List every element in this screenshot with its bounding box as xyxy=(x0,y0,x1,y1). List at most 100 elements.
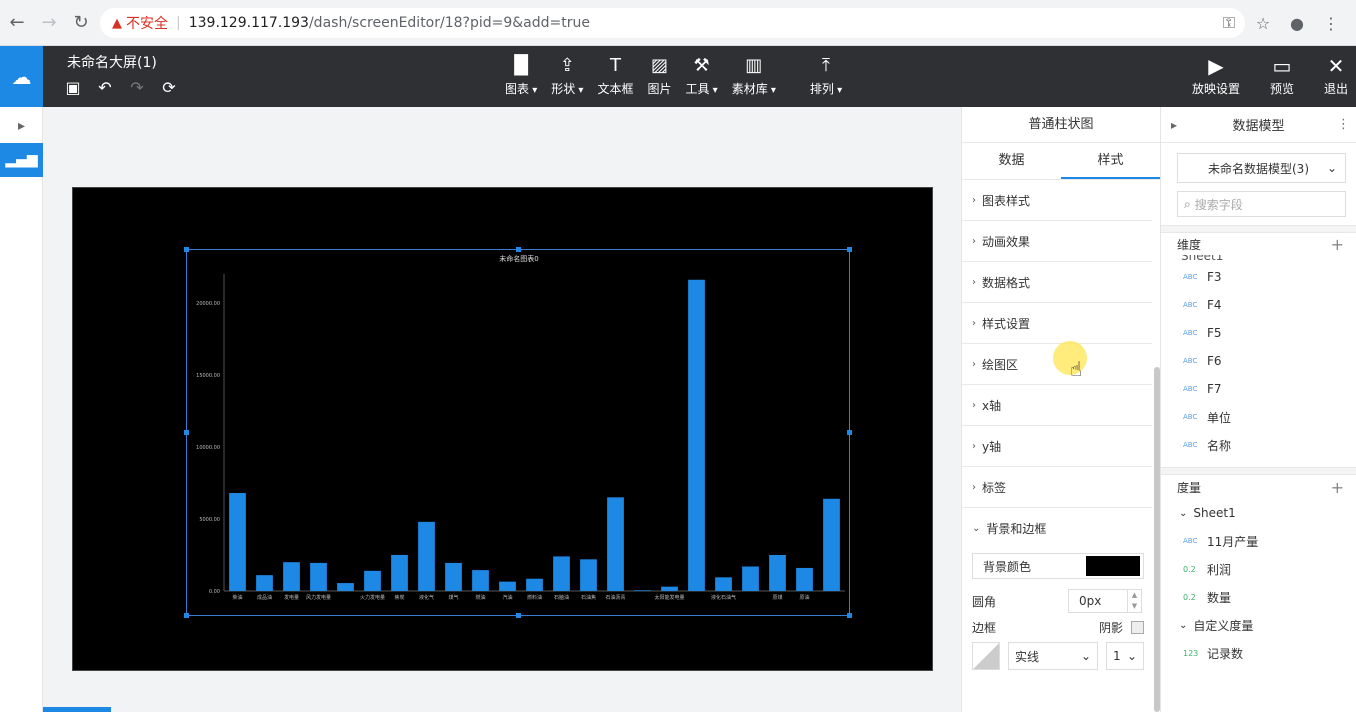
section-1[interactable]: › 动画效果 xyxy=(962,221,1152,262)
arrange-icon: ⤒ xyxy=(822,55,830,76)
tool-text-box[interactable]: T 文本框 xyxy=(597,54,633,97)
custom-measure-group[interactable]: ⌄ 自定义度量 xyxy=(1161,611,1356,639)
close-icon: ✕ xyxy=(1327,54,1345,78)
collapse-panel-icon[interactable]: ▸ xyxy=(1171,118,1177,132)
tab-data[interactable]: 数据 xyxy=(962,143,1061,179)
star-icon[interactable]: ☆ xyxy=(1248,8,1278,38)
section-3[interactable]: › 样式设置 xyxy=(962,303,1152,344)
section-7[interactable]: › 标签 xyxy=(962,467,1152,508)
section-6[interactable]: › y轴 xyxy=(962,426,1152,467)
sheet-row-partial[interactable]: Sheet1 xyxy=(1161,255,1356,263)
tab-style[interactable]: 样式 xyxy=(1061,143,1160,179)
section-5[interactable]: › x轴 xyxy=(962,385,1152,426)
undo-icon[interactable]: ↶ xyxy=(96,78,114,97)
resize-handle[interactable] xyxy=(516,613,521,618)
forward-icon[interactable]: → xyxy=(34,8,64,38)
address-bar[interactable]: ▲ 不安全 | 139.129.117.193 /dash/screenEdit… xyxy=(100,8,1245,38)
border-style-select[interactable]: 实线 ⌄ xyxy=(1008,642,1098,670)
list-item[interactable]: ABC F5 xyxy=(1161,319,1356,347)
tool-shape[interactable]: ⇪ 形状 ▾ xyxy=(551,54,583,97)
x-tick-label: 焦炭 xyxy=(394,594,404,601)
bg-color-swatch[interactable] xyxy=(1086,556,1140,576)
list-item[interactable]: ABC 单位 xyxy=(1161,403,1356,431)
list-item[interactable]: ABC F4 xyxy=(1161,291,1356,319)
spin-down-icon[interactable]: ▼ xyxy=(1128,601,1141,612)
spin-up-icon[interactable]: ▲ xyxy=(1128,590,1141,601)
bar xyxy=(769,554,786,591)
refresh-icon[interactable]: ⟳ xyxy=(160,78,178,97)
sheet-group[interactable]: ⌄ Sheet1 xyxy=(1161,499,1356,527)
resize-handle[interactable] xyxy=(847,613,852,618)
list-item[interactable]: ABC F3 xyxy=(1161,263,1356,291)
logo-icon[interactable]: ☁ xyxy=(0,46,43,107)
chevron-right-icon: › xyxy=(972,194,976,206)
tool-label: 文本框 xyxy=(597,82,634,96)
screen-canvas[interactable]: 未命名图表0 0.00 5000.00 10000.00 15000.00 20000.0… xyxy=(72,187,933,671)
chart-widget[interactable]: 未命名图表0 0.00 5000.00 10000.00 15000.00 20000.0… xyxy=(184,247,852,618)
shadow-checkbox[interactable] xyxy=(1131,621,1144,634)
list-item[interactable]: ABC F7 xyxy=(1161,375,1356,403)
border-color-swatch[interactable] xyxy=(972,642,1000,670)
tool-library[interactable]: ▥ 素材库 ▾ xyxy=(732,54,776,97)
props-scrollbar[interactable] xyxy=(1154,367,1160,712)
bar xyxy=(823,498,840,591)
divider xyxy=(1161,225,1356,233)
border-width-select[interactable]: 1 ⌄ xyxy=(1106,642,1144,670)
resize-handle[interactable] xyxy=(847,247,852,252)
x-tick-label: 液化气 xyxy=(419,594,434,601)
bg-color-label: 背景颜色 xyxy=(983,559,1032,574)
key-icon[interactable]: ⚿ xyxy=(1214,8,1244,38)
tool-tool[interactable]: ⚒ 工具 ▾ xyxy=(685,54,717,97)
back-icon[interactable]: ← xyxy=(2,8,32,38)
list-item[interactable]: 0.2 利润 xyxy=(1161,555,1356,583)
add-dimension-icon[interactable]: + xyxy=(1331,235,1344,254)
menu-icon[interactable]: ⋮ xyxy=(1316,8,1346,38)
resize-handle[interactable] xyxy=(184,430,189,435)
chart-layer-icon[interactable]: ▂▄▆ xyxy=(0,143,43,177)
play-button[interactable]: ▶ 放映设置 xyxy=(1192,54,1240,97)
tool-label: 图片 xyxy=(647,82,672,96)
list-item[interactable]: ABC 名称 xyxy=(1161,431,1356,459)
redo-icon[interactable]: ↷ xyxy=(128,78,146,97)
reload-icon[interactable]: ↻ xyxy=(66,8,96,38)
url-host: 139.129.117.193 xyxy=(188,15,309,31)
list-item[interactable]: ABC F6 xyxy=(1161,347,1356,375)
resize-handle[interactable] xyxy=(847,430,852,435)
section-2[interactable]: › 数据格式 xyxy=(962,262,1152,303)
panel-toggle-icon[interactable]: ▸ xyxy=(0,109,43,143)
radius-input[interactable]: 0px ▲ ▼ xyxy=(1068,589,1142,613)
resize-handle[interactable] xyxy=(184,247,189,252)
preview-button[interactable]: ▭ 预览 xyxy=(1270,54,1294,97)
resize-handle[interactable] xyxy=(184,613,189,618)
radius-label: 圆角 xyxy=(972,594,997,609)
tool-arrange[interactable]: ⤒ 排列 ▾ xyxy=(810,54,842,97)
add-measure-icon[interactable]: + xyxy=(1331,478,1344,497)
model-select[interactable]: 未命名数据模型(3) ⌄ xyxy=(1177,153,1346,183)
resize-handle[interactable] xyxy=(516,247,521,252)
x-tick-label: 燃油 xyxy=(475,594,485,601)
page-tab[interactable] xyxy=(43,707,111,712)
tool-bar-chart[interactable]: ▐▌ 图表 ▾ xyxy=(505,54,537,97)
chevron-right-icon: › xyxy=(972,358,976,370)
list-item[interactable]: 0.2 数量 xyxy=(1161,583,1356,611)
bg-color-row[interactable]: 背景颜色 xyxy=(972,553,1144,579)
y-tick-label: 15000.00 xyxy=(196,373,220,379)
account-icon[interactable]: ● xyxy=(1282,8,1312,38)
section-8[interactable]: ⌄ 背景和边框 xyxy=(962,508,1152,549)
page-title[interactable]: 未命名大屏(1) xyxy=(67,52,157,72)
list-item[interactable]: ABC 11月产量 xyxy=(1161,527,1356,555)
image-icon: ▨ xyxy=(650,55,668,76)
bar xyxy=(715,577,732,591)
list-item[interactable]: 123 记录数 xyxy=(1161,639,1356,667)
tool-image[interactable]: ▨ 图片 xyxy=(647,54,671,97)
browser-toolbar: ← → ↻ ▲ 不安全 | 139.129.117.193 /dash/scre… xyxy=(0,0,1356,46)
caret-down-icon: ▾ xyxy=(575,85,584,96)
section-0[interactable]: › 图表样式 xyxy=(962,180,1152,221)
properties-panel: 普通柱状图 数据 样式 › 图表样式 › 动画效果 › 数据格式 › 样式设置 › 绘图区 › x轴 ›… xyxy=(961,107,1161,712)
x-tick-label: 石油沥青 xyxy=(605,594,625,601)
save-icon[interactable]: ▣ xyxy=(64,78,82,97)
close-button[interactable]: ✕ 退出 xyxy=(1324,54,1348,97)
canvas-area[interactable]: 未命名图表0 0.00 5000.00 10000.00 15000.00 20000.0… xyxy=(43,107,961,712)
more-icon[interactable]: ⋮ xyxy=(1337,117,1350,132)
search-input[interactable]: ⌕ 搜索字段 xyxy=(1177,191,1346,217)
